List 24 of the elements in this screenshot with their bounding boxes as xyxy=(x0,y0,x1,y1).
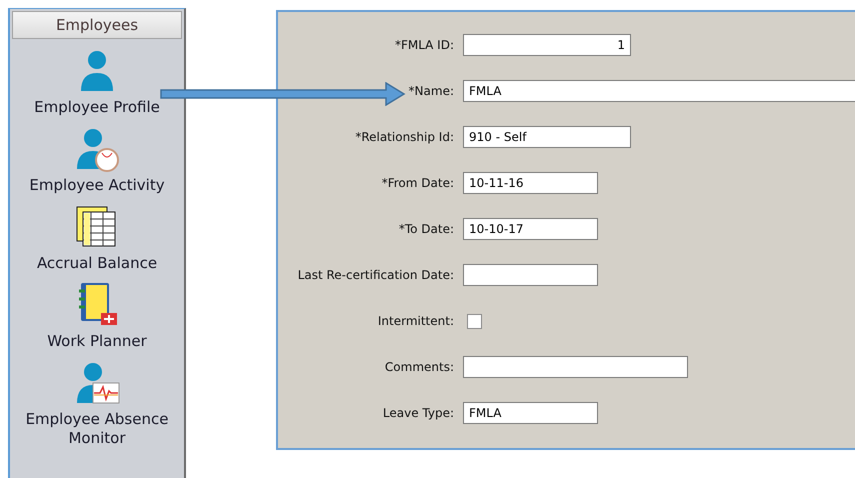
sidebar-item[interactable]: Employee Absence Monitor xyxy=(12,410,182,448)
field-label: *Name: xyxy=(408,84,454,98)
input-field[interactable]: 10-10-17 xyxy=(463,218,598,240)
input-field[interactable]: 10-11-16 xyxy=(463,172,598,194)
sidebar-item[interactable]: Work Planner xyxy=(12,332,182,351)
input-field[interactable]: 1 xyxy=(463,34,631,56)
field-label: Last Re-certification Date: xyxy=(296,268,454,282)
field-label: *FMLA ID: xyxy=(394,38,454,52)
field-label: Leave Type: xyxy=(382,406,454,420)
input-field[interactable] xyxy=(463,264,598,286)
field-label: *Relationship Id: xyxy=(354,130,454,144)
sidebar-header: Employees xyxy=(12,11,182,39)
field-label: *To Date: xyxy=(398,222,454,236)
sidebar-item[interactable]: Employee Activity xyxy=(12,176,182,195)
input-field[interactable] xyxy=(463,356,688,378)
field-label: Comments: xyxy=(384,360,454,374)
input-field[interactable]: FMLA xyxy=(463,80,855,102)
field-label: Intermittent: xyxy=(376,314,454,328)
input-field[interactable]: 910 - Self xyxy=(463,126,631,148)
sidebar-item[interactable]: Employee Profile xyxy=(12,98,182,117)
input-field[interactable]: FMLA xyxy=(463,402,598,424)
sidebar-item[interactable]: Accrual Balance xyxy=(12,254,182,273)
field-label: *From Date: xyxy=(380,176,454,190)
checkbox[interactable] xyxy=(467,314,482,328)
